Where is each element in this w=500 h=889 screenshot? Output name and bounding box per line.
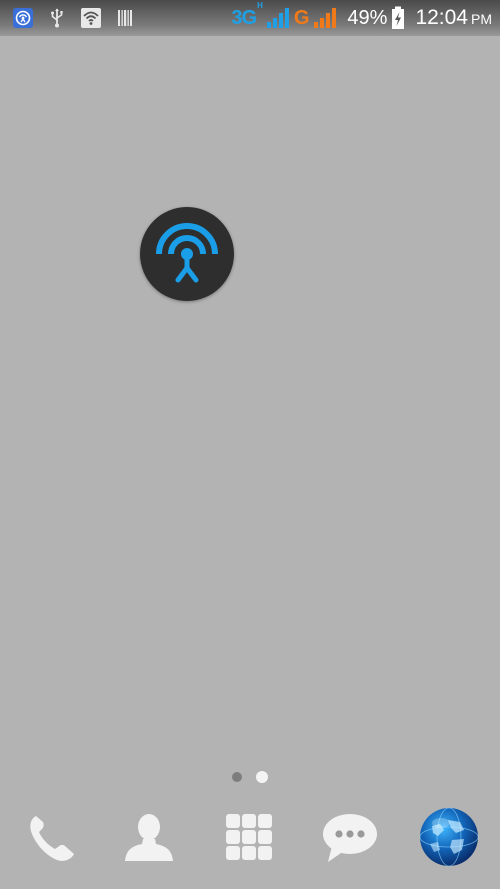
page-dot-1[interactable] bbox=[232, 772, 242, 782]
contacts-icon bbox=[125, 814, 173, 861]
phone-icon bbox=[30, 816, 74, 861]
app-drawer-dock-button[interactable] bbox=[218, 806, 280, 868]
page-indicator[interactable] bbox=[230, 770, 272, 784]
battery-percent: 49% bbox=[347, 6, 388, 29]
system-indicators: 3GH G 49% 12:04 PM bbox=[231, 0, 492, 32]
network-g-label: G bbox=[293, 6, 310, 29]
contacts-dock-button[interactable] bbox=[118, 806, 180, 868]
status-bar[interactable]: 3GH G 49% 12:04 PM bbox=[0, 0, 500, 36]
home-screen: 3GH G 49% 12:04 PM bbox=[0, 0, 500, 889]
usb-icon bbox=[46, 7, 68, 29]
hotspot-status-icon bbox=[12, 7, 34, 29]
notification-icons bbox=[12, 6, 136, 30]
network-3g-label: 3GH bbox=[231, 0, 262, 29]
signal-sim2-icon bbox=[313, 7, 337, 29]
clock: 12:04 PM bbox=[415, 6, 492, 29]
wifi-hotspot-icon bbox=[156, 223, 218, 283]
messaging-dock-button[interactable] bbox=[318, 806, 380, 868]
wifi-icon bbox=[80, 7, 102, 29]
app-drawer-icon bbox=[226, 814, 272, 860]
browser-dock-button[interactable] bbox=[418, 806, 480, 868]
browser-globe-icon bbox=[419, 807, 479, 867]
battery-charging-icon bbox=[391, 6, 405, 30]
barcode-icon bbox=[114, 7, 136, 29]
signal-sim1-icon bbox=[266, 7, 290, 29]
messaging-icon bbox=[323, 814, 377, 862]
hotspot-toggle-widget[interactable] bbox=[140, 207, 234, 301]
phone-dock-button[interactable] bbox=[20, 806, 82, 868]
page-dot-2-active[interactable] bbox=[256, 771, 268, 783]
